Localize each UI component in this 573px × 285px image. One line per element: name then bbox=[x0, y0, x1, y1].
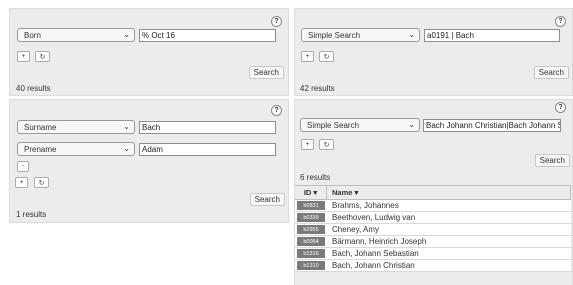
refresh-icon[interactable]: ↻ bbox=[34, 177, 49, 188]
search-panel-results: ? Simple Search ⌄ Bach Johann Christian|… bbox=[294, 99, 573, 285]
field-select[interactable]: Born ⌄ bbox=[17, 28, 135, 42]
name-cell[interactable]: Cheney, Amy bbox=[332, 225, 379, 234]
chevron-down-icon: ⌄ bbox=[123, 144, 130, 153]
chevron-down-icon: ⌄ bbox=[408, 120, 415, 129]
results-count: 1 results bbox=[16, 210, 47, 219]
results-count: 6 results bbox=[300, 173, 331, 182]
field-select-value: Born bbox=[24, 30, 41, 40]
help-icon[interactable]: ? bbox=[555, 102, 566, 113]
id-badge[interactable]: b0831 bbox=[297, 201, 325, 210]
refresh-icon[interactable]: ↻ bbox=[35, 51, 50, 62]
plus-icon[interactable]: + bbox=[301, 51, 314, 62]
chevron-down-icon: ⌄ bbox=[408, 30, 415, 39]
table-row[interactable]: b0831 Brahms, Johannes bbox=[295, 200, 571, 212]
minus-icon[interactable]: - bbox=[17, 161, 29, 172]
search-panel-simple: ? Simple Search ⌄ a0191 | Bach + ↻ Searc… bbox=[294, 8, 573, 96]
field-select-surname[interactable]: Surname ⌄ bbox=[17, 120, 135, 134]
field-select-value: Simple Search bbox=[308, 30, 361, 40]
refresh-icon[interactable]: ↻ bbox=[319, 139, 334, 150]
search-button[interactable]: Search bbox=[533, 66, 569, 79]
search-value-input[interactable]: a0191 | Bach bbox=[424, 29, 560, 42]
prename-input[interactable]: Adam bbox=[139, 143, 276, 156]
id-badge[interactable]: b0064 bbox=[297, 237, 325, 246]
plus-icon[interactable]: + bbox=[301, 139, 314, 150]
id-badge[interactable]: b0339 bbox=[297, 213, 325, 222]
surname-input[interactable]: Bach bbox=[139, 121, 276, 134]
chevron-down-icon: ⌄ bbox=[123, 122, 130, 131]
table-row[interactable]: b1310 Bach, Johann Christian bbox=[295, 260, 571, 272]
table-row[interactable]: b0339 Beethoven, Ludwig van bbox=[295, 212, 571, 224]
name-column-header[interactable]: Name ▾ bbox=[326, 186, 571, 199]
field-select[interactable]: Simple Search ⌄ bbox=[300, 118, 420, 132]
help-icon[interactable]: ? bbox=[271, 105, 282, 116]
id-column-header[interactable]: ID ▾ bbox=[295, 188, 326, 197]
table-header: ID ▾ Name ▾ bbox=[295, 185, 571, 200]
field-select-value: Prename bbox=[24, 144, 57, 154]
id-badge[interactable]: b2955 bbox=[297, 225, 325, 234]
results-count: 40 results bbox=[16, 84, 51, 93]
table-row[interactable]: b2955 Cheney, Amy bbox=[295, 224, 571, 236]
help-icon[interactable]: ? bbox=[271, 16, 282, 27]
table-row[interactable]: b1316 Bach, Johann Sebastian bbox=[295, 248, 571, 260]
results-table: ID ▾ Name ▾ b0831 Brahms, Johannes b0339… bbox=[295, 185, 571, 272]
search-panel-born: ? Born ⌄ % Oct 16 + ↻ Search 40 results bbox=[9, 8, 289, 96]
field-select-value: Surname bbox=[24, 122, 57, 132]
table-row[interactable]: b0064 Bärmann, Heinrich Joseph bbox=[295, 236, 571, 248]
name-cell[interactable]: Bach, Johann Sebastian bbox=[332, 249, 419, 258]
results-count: 42 results bbox=[300, 84, 335, 93]
search-button[interactable]: Search bbox=[534, 154, 570, 167]
search-panel-name: ? Surname ⌄ Bach Prename ⌄ Adam - + ↻ Se… bbox=[9, 99, 289, 223]
id-badge[interactable]: b1310 bbox=[297, 261, 325, 270]
plus-icon[interactable]: + bbox=[17, 51, 30, 62]
field-select-value: Simple Search bbox=[307, 120, 360, 130]
search-value-input[interactable]: % Oct 16 bbox=[139, 29, 276, 42]
plus-icon[interactable]: + bbox=[15, 177, 28, 188]
search-value-input[interactable]: Bach Johann Christian|Bach Johann Seb bbox=[423, 119, 561, 132]
refresh-icon[interactable]: ↻ bbox=[319, 51, 334, 62]
search-button[interactable]: Search bbox=[249, 193, 285, 206]
help-icon[interactable]: ? bbox=[555, 16, 566, 27]
chevron-down-icon: ⌄ bbox=[123, 30, 130, 39]
search-button[interactable]: Search bbox=[248, 66, 284, 79]
name-cell[interactable]: Brahms, Johannes bbox=[332, 201, 399, 210]
name-cell[interactable]: Beethoven, Ludwig van bbox=[332, 213, 415, 222]
name-cell[interactable]: Bach, Johann Christian bbox=[332, 261, 415, 270]
name-cell[interactable]: Bärmann, Heinrich Joseph bbox=[332, 237, 426, 246]
field-select-prename[interactable]: Prename ⌄ bbox=[17, 142, 135, 156]
field-select[interactable]: Simple Search ⌄ bbox=[301, 28, 420, 42]
id-badge[interactable]: b1316 bbox=[297, 249, 325, 258]
